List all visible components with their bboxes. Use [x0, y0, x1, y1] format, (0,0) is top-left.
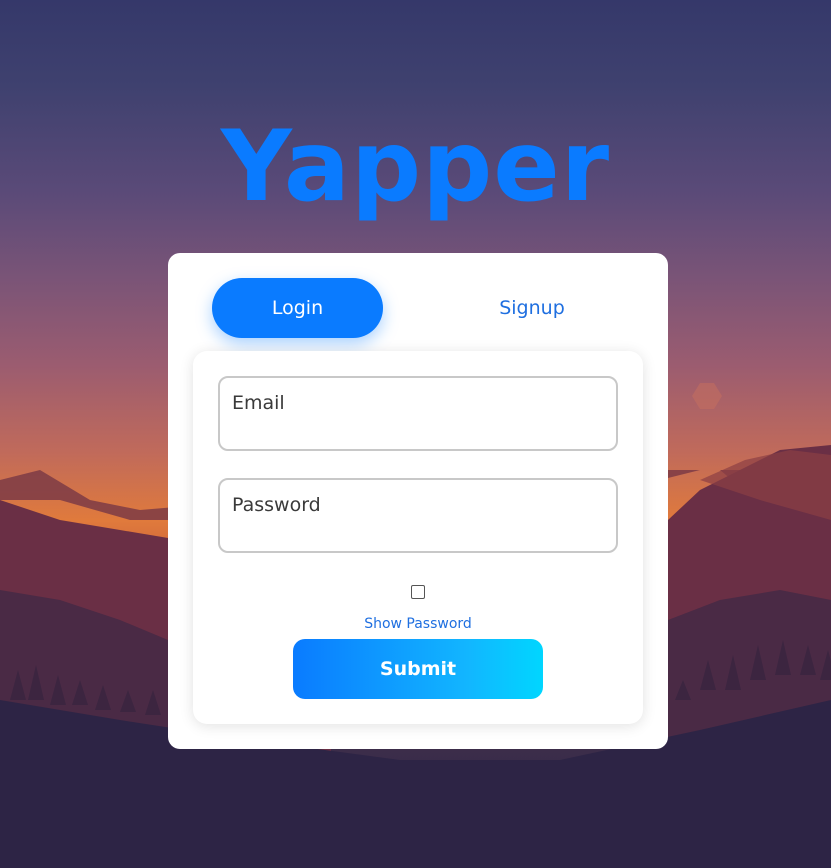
password-field[interactable]: Password — [218, 478, 618, 553]
email-placeholder: Email — [232, 392, 285, 414]
show-password-checkbox[interactable] — [411, 585, 425, 599]
password-placeholder: Password — [232, 494, 321, 516]
app-title: Yapper — [220, 110, 611, 224]
auth-card: Login Signup Email Password Show Passwor… — [168, 253, 668, 749]
show-password-label: Show Password — [364, 616, 472, 632]
sun-hexagon — [692, 383, 722, 409]
submit-button[interactable]: Submit — [293, 639, 543, 699]
tab-login[interactable]: Login — [212, 278, 383, 338]
login-form: Email Password Show Password Submit — [193, 351, 643, 724]
tab-signup[interactable]: Signup — [448, 278, 616, 338]
email-field[interactable]: Email — [218, 376, 618, 451]
